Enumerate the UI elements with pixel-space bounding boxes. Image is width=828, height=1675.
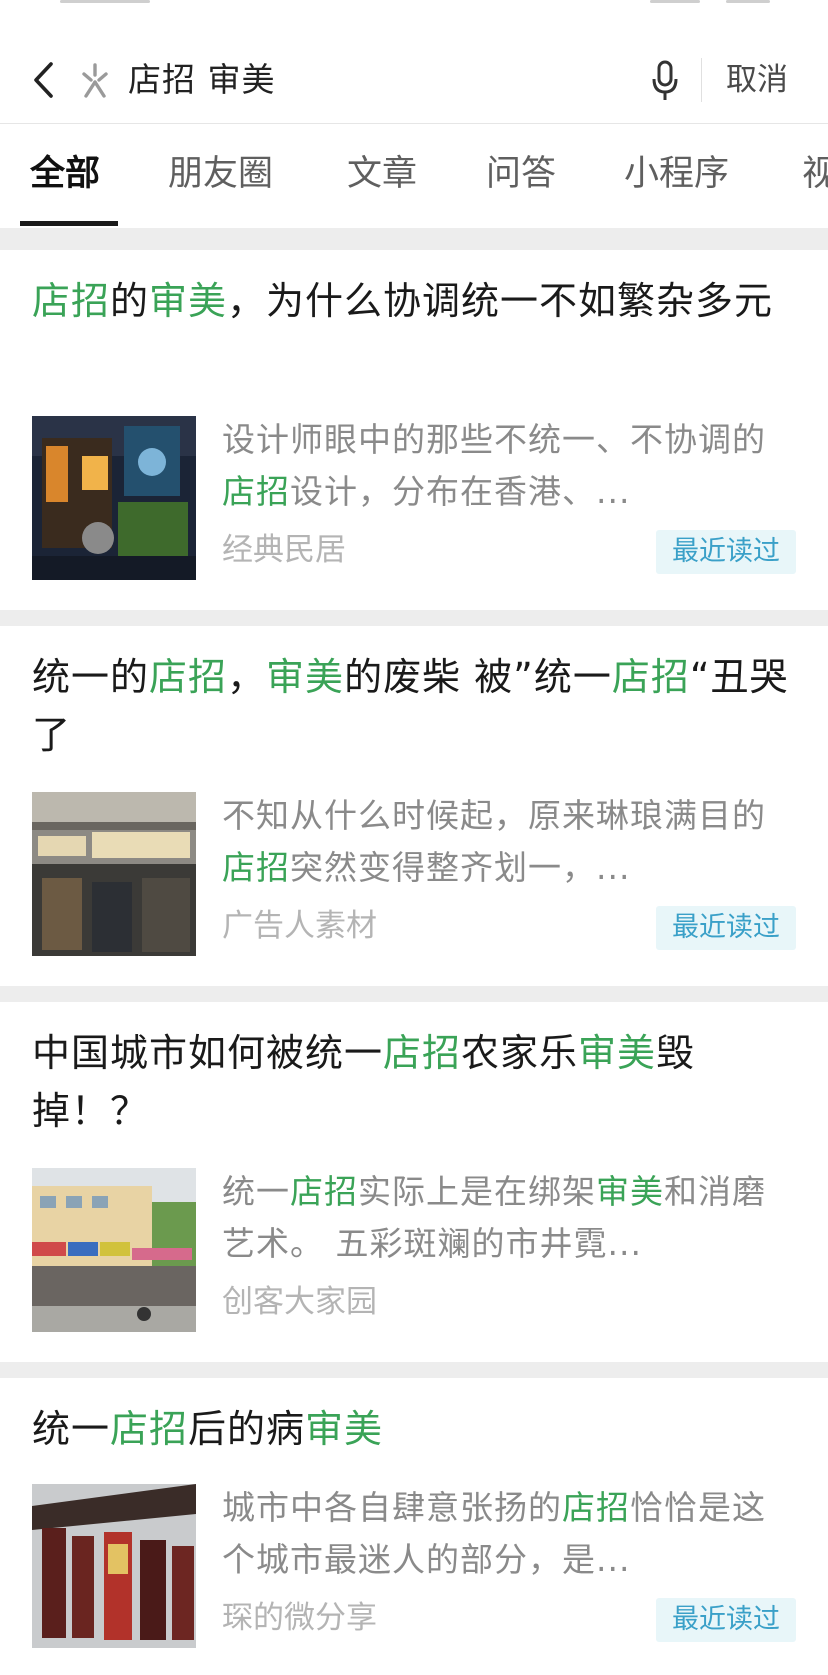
recently-read-badge: 最近读过 [656,530,796,574]
active-tab-indicator [20,221,118,226]
status-bar-signal [650,0,700,3]
result-snippet: 城市中各自肆意张扬的店招恰恰是这个城市最迷人的部分，是... [222,1482,782,1586]
keyword-highlight: 审美 [305,1407,384,1451]
keyword-highlight: 审美 [149,279,228,323]
result-thumbnail [32,1168,196,1332]
result-source[interactable]: 创客大家园 [222,1280,377,1324]
result-thumbnail [32,1484,196,1648]
text-segment: 实际上是在绑架 [358,1172,596,1211]
sogou-search-icon [76,62,114,100]
text-segment: 统一的 [32,655,150,699]
result-snippet: 设计师眼中的那些不统一、不协调的店招设计，分布在香港、... [222,414,782,518]
text-segment: 不知从什么时候起，原来琳琅满目的 [222,796,766,835]
keyword-highlight: 店招 [383,1031,462,1075]
tab-qa[interactable]: 问答 [486,148,556,200]
search-divider [701,58,702,102]
cancel-button[interactable]: 取消 [726,54,788,106]
text-segment: ，为什么协调统一不如繁杂多元 [227,279,774,323]
result-source[interactable]: 经典民居 [222,528,346,572]
result-title[interactable]: 统一的店招，审美的废柴 被”统一店招“丑哭了 [32,648,802,764]
result-source[interactable]: 琛的微分享 [222,1596,377,1640]
keyword-highlight: 店招 [222,472,290,511]
result-title[interactable]: 中国城市如何被统一店招农家乐审美毁掉！？ [32,1024,802,1140]
result-card[interactable]: 统一店招后的病审美 城市中各自肆意张扬的店招恰恰是这个城市最迷人的部分，是...… [0,1378,828,1675]
keyword-highlight: 审美 [596,1172,664,1211]
result-source[interactable]: 广告人素材 [222,904,377,948]
keyword-highlight: 审美 [578,1031,657,1075]
result-snippet: 不知从什么时候起，原来琳琅满目的店招突然变得整齐划一，... [222,790,782,894]
text-segment: 的 [110,279,150,323]
back-button[interactable] [22,56,66,104]
keyword-highlight: 店招 [562,1488,630,1527]
keyword-highlight: 审美 [266,655,345,699]
result-thumbnail [32,416,196,580]
tab-moments[interactable]: 朋友圈 [168,148,273,200]
result-card[interactable]: 中国城市如何被统一店招农家乐审美毁掉！？ 统一店招实际上是在绑架审美和消磨艺术。… [0,1002,828,1362]
text-segment: ， [227,655,267,699]
result-card[interactable]: 店招的审美，为什么协调统一不如繁杂多元 设计师眼中的那些不统一、不协调的店招设计… [0,250,828,610]
text-segment: 城市中各自肆意张扬的 [222,1488,562,1527]
microphone-icon [652,60,678,100]
keyword-highlight: 店招 [222,848,290,887]
section-separator [0,986,828,1002]
result-title[interactable]: 店招的审美，为什么协调统一不如繁杂多元 [32,272,802,330]
section-separator [0,228,828,250]
tab-video[interactable]: 视 [802,148,828,200]
text-segment: 的废柴 被”统一 [344,655,612,699]
text-segment: 后的病 [188,1407,306,1451]
section-separator [0,610,828,626]
result-thumbnail [32,792,196,956]
text-segment: 突然变得整齐划一，... [290,848,631,887]
section-separator [0,1362,828,1378]
search-bar: 店招 审美 取消 [0,30,828,130]
text-segment: 中国城市如何被统一 [32,1031,384,1075]
keyword-highlight: 店招 [611,655,690,699]
text-segment: 设计，分布在香港、... [290,472,631,511]
result-card[interactable]: 统一的店招，审美的废柴 被”统一店招“丑哭了 不知从什么时候起，原来琳琅满目的店… [0,626,828,986]
recently-read-badge: 最近读过 [656,906,796,950]
result-title[interactable]: 统一店招后的病审美 [32,1400,802,1458]
voice-input-button[interactable] [646,56,684,106]
text-segment: 统一 [222,1172,290,1211]
keyword-highlight: 店招 [32,279,111,323]
text-segment: 设计师眼中的那些不统一、不协调的 [222,420,766,459]
tab-all[interactable]: 全部 [30,148,100,200]
keyword-highlight: 店招 [149,655,228,699]
chevron-left-icon [34,62,53,98]
text-segment: 统一 [32,1407,111,1451]
tab-mini-programs[interactable]: 小程序 [624,148,729,200]
search-input[interactable]: 店招 审美 [128,54,276,106]
keyword-highlight: 店招 [110,1407,189,1451]
status-bar-time [60,0,150,3]
keyword-highlight: 店招 [290,1172,358,1211]
result-snippet: 统一店招实际上是在绑架审美和消磨艺术。 五彩斑斓的市井霓... [222,1166,782,1270]
category-tabs: 全部 朋友圈 文章 问答 小程序 视 [0,124,828,228]
status-bar-battery [726,0,770,3]
text-segment: 农家乐 [461,1031,579,1075]
tab-articles[interactable]: 文章 [347,148,417,200]
recently-read-badge: 最近读过 [656,1598,796,1642]
status-bar [0,0,828,14]
